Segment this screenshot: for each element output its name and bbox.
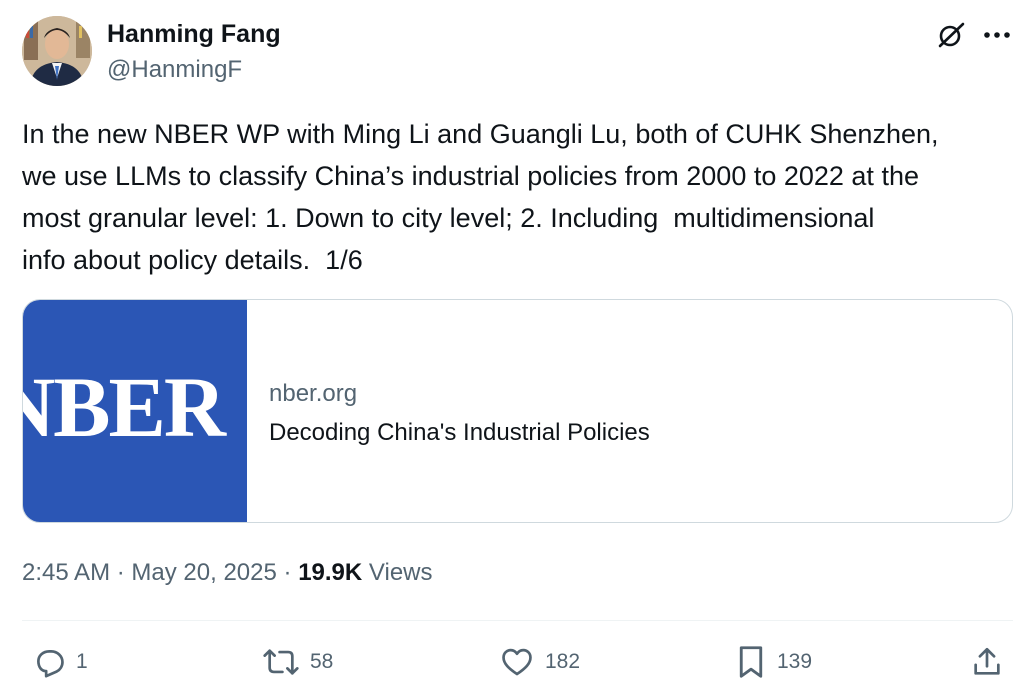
tweet-text: In the new NBER WP with Ming Li and Guan…: [22, 119, 939, 275]
views-label: Views: [368, 559, 433, 586]
share-icon: [974, 647, 1000, 675]
meta-separator: ·: [116, 559, 125, 586]
tweet-time[interactable]: 2:45 AM: [22, 559, 110, 586]
card-domain: nber.org: [269, 380, 358, 407]
grok-button[interactable]: [934, 18, 968, 52]
avatar-photo: [22, 16, 92, 86]
bookmark-button[interactable]: 139: [735, 644, 812, 680]
grok-icon: [938, 22, 965, 48]
reply-count: 1: [76, 650, 88, 673]
card-title: Decoding China's Industrial Policies: [269, 419, 650, 446]
author-name[interactable]: Hanming Fang: [107, 20, 281, 49]
reply-icon: [37, 650, 64, 678]
repost-count: 58: [310, 650, 334, 673]
share-button[interactable]: [970, 644, 1004, 680]
repost-button[interactable]: 58: [262, 644, 333, 680]
tweet-date[interactable]: May 20, 2025: [131, 559, 276, 586]
bookmark-icon: [739, 646, 763, 678]
more-icon: [984, 32, 1010, 38]
more-options-button[interactable]: [980, 18, 1014, 52]
reply-button[interactable]: 1: [32, 644, 88, 680]
author-handle[interactable]: @HanmingF: [107, 56, 242, 84]
nber-logo: NBER: [23, 300, 247, 522]
divider: [22, 620, 1013, 621]
like-button[interactable]: 182: [499, 644, 580, 680]
bookmark-count: 139: [777, 650, 813, 673]
heart-icon: [502, 648, 532, 676]
tweet-meta: 2:45 AM · May 20, 2025 · 19.9K Views: [22, 559, 433, 587]
repost-icon: [263, 649, 299, 675]
link-card[interactable]: NBER nber.org Decoding China's Industria…: [22, 299, 1013, 523]
meta-separator: ·: [283, 559, 292, 586]
nber-logo-text: NBER: [23, 359, 227, 455]
like-count: 182: [545, 650, 581, 673]
views-count: 19.9K: [298, 559, 363, 586]
author-avatar[interactable]: [22, 16, 92, 86]
